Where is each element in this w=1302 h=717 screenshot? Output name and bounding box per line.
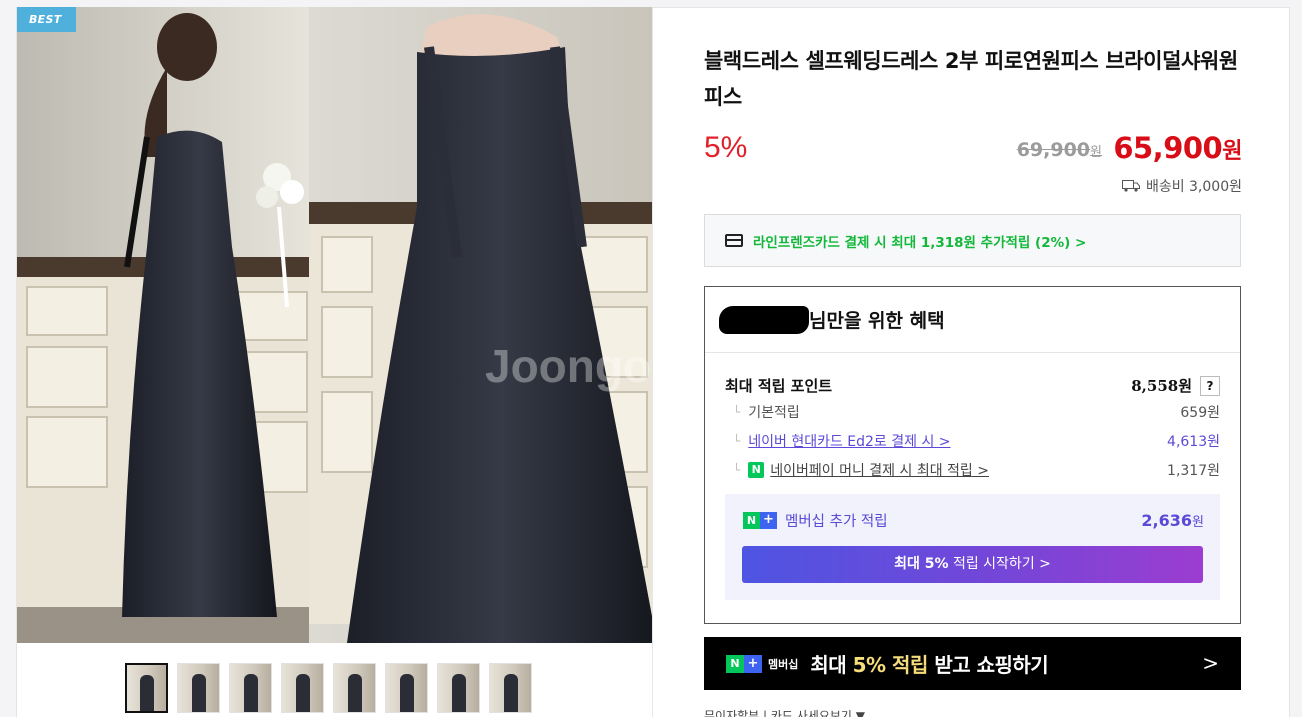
thumbnail-6[interactable] bbox=[385, 663, 428, 713]
thumbnail-1[interactable] bbox=[125, 663, 168, 713]
image-gallery: Joongo BEST bbox=[17, 7, 653, 717]
discount-rate: 5% bbox=[704, 131, 748, 164]
hyundai-card-link[interactable]: 네이버 현대카드 Ed2로 결제 시 > bbox=[748, 431, 950, 451]
thumbnail-7[interactable] bbox=[437, 663, 480, 713]
thumbnail-2[interactable] bbox=[177, 663, 220, 713]
membership-banner[interactable]: N + 멤버십 최대 5% 적립 받고 쇼핑하기 > bbox=[704, 637, 1241, 690]
thumbnail-3[interactable] bbox=[229, 663, 272, 713]
original-price: 69,900원 bbox=[1017, 139, 1102, 161]
thumbnail-8[interactable] bbox=[489, 663, 532, 713]
help-icon[interactable]: ? bbox=[1200, 375, 1220, 396]
start-membership-button[interactable]: 최대 5% 적립 시작하기 > bbox=[742, 546, 1203, 583]
thumbnail-5[interactable] bbox=[333, 663, 376, 713]
thumbnail-4[interactable] bbox=[281, 663, 324, 713]
points-row-label: 네이버 현대카드 Ed2로 결제 시 > bbox=[733, 431, 950, 451]
benefit-header-text: 님만을 위한 혜택 bbox=[809, 310, 945, 332]
points-row-value: 4,613원 bbox=[1167, 434, 1220, 450]
sale-price-unit: 원 bbox=[1222, 139, 1242, 164]
points-row-value: 1,317원 bbox=[1167, 463, 1220, 479]
points-row-hyundai-card: 네이버 현대카드 Ed2로 결제 시 > 4,613원 bbox=[733, 431, 1220, 451]
membership-tag: 멤버십 bbox=[768, 657, 799, 671]
best-badge: BEST bbox=[17, 7, 76, 32]
max-points-row: 최대 적립 포인트 8,558원 ? bbox=[725, 375, 1220, 396]
max-points-label: 최대 적립 포인트 bbox=[725, 377, 833, 395]
card-promo-text[interactable]: 라인프렌즈카드 결제 시 최대 1,318원 추가적립 (2%) > bbox=[753, 231, 1086, 251]
naver-plus-icon: N + bbox=[743, 512, 777, 529]
points-row-value: 659원 bbox=[1180, 405, 1220, 421]
max-points-value: 8,558원 bbox=[1131, 377, 1192, 395]
membership-value: 2,636원 bbox=[1141, 511, 1204, 530]
shipping-fee-text: 배송비 3,000원 bbox=[1145, 179, 1242, 195]
thumbnail-strip bbox=[125, 663, 532, 713]
membership-box: N + 멤버십 추가 적립 2,636원 최대 5% 적립 시작하기 > bbox=[725, 494, 1220, 600]
dress-photo-illustration: Joongo bbox=[17, 7, 652, 643]
points-row-basic: 기본적립 659원 bbox=[733, 402, 1220, 422]
truck-icon bbox=[1121, 180, 1140, 192]
original-price-value: 69,900 bbox=[1016, 139, 1091, 161]
member-benefit-box: 님만을 위한 혜택 최대 적립 포인트 8,558원 ? 기본적립 659원 네… bbox=[704, 286, 1241, 624]
sale-price: 65,900원 bbox=[1113, 131, 1242, 165]
product-title: 블랙드레스 셀프웨딩드레스 2부 피로연원피스 브라이덜샤워원피스 bbox=[704, 49, 1238, 109]
svg-text:Joongo: Joongo bbox=[485, 340, 651, 392]
redacted-username bbox=[719, 305, 809, 334]
credit-card-icon bbox=[725, 234, 743, 247]
benefit-header: 님만을 위한 혜택 bbox=[705, 287, 1240, 353]
sale-price-value: 65,900 bbox=[1113, 131, 1223, 165]
original-price-unit: 원 bbox=[1090, 145, 1102, 160]
points-row-npay: N 네이버페이 머니 결제 시 최대 적립 > 1,317원 bbox=[733, 460, 1220, 480]
shipping-fee: 배송비 3,000원 bbox=[1121, 176, 1242, 196]
naver-plus-icon: N + bbox=[726, 655, 762, 673]
installment-info[interactable]: 무이자할부 | 카드 사세요보기 ▼ bbox=[704, 707, 865, 717]
naverpay-icon: N bbox=[748, 462, 765, 478]
naverpay-link[interactable]: 네이버페이 머니 결제 시 최대 적립 > bbox=[770, 460, 989, 480]
banner-text: 최대 5% 적립 받고 쇼핑하기 bbox=[810, 653, 1049, 677]
main-product-photo[interactable]: Joongo BEST bbox=[17, 7, 652, 643]
membership-label: 멤버십 추가 적립 bbox=[785, 514, 888, 530]
points-row-label: N 네이버페이 머니 결제 시 최대 적립 > bbox=[733, 460, 989, 480]
points-row-label: 기본적립 bbox=[733, 402, 800, 422]
card-promo-bar[interactable]: 라인프렌즈카드 결제 시 최대 1,318원 추가적립 (2%) > bbox=[704, 214, 1241, 267]
membership-row: N + 멤버십 추가 적립 2,636원 bbox=[743, 510, 1204, 531]
chevron-right-icon: > bbox=[1202, 651, 1219, 675]
